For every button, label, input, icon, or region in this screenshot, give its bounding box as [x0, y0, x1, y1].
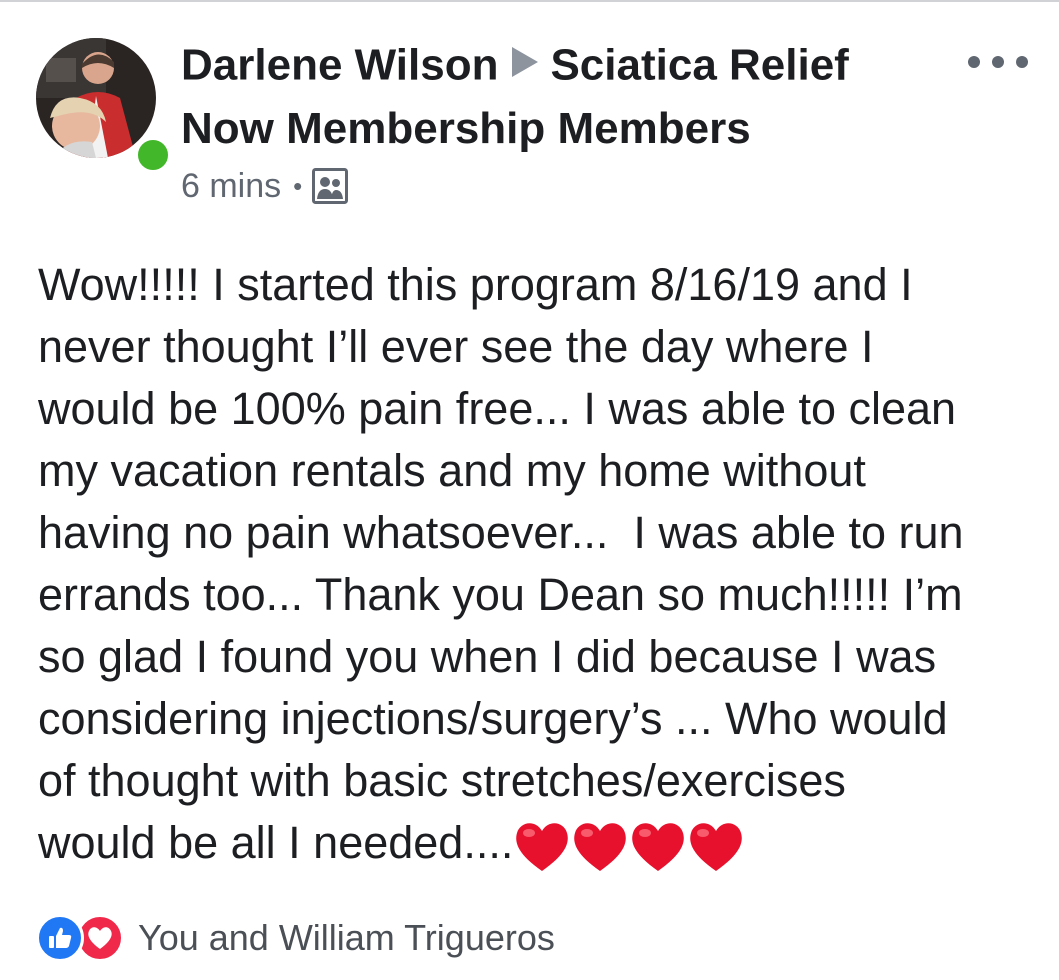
more-dot-icon	[1016, 56, 1028, 68]
online-status-dot	[133, 135, 173, 175]
group-audience-icon	[312, 168, 349, 204]
post-body-text: Wow!!!!! I started this program 8/16/19 …	[38, 259, 964, 868]
heart-emoji-icon	[632, 823, 685, 872]
facebook-post: Darlene Wilson Sciatica Relief Now Member…	[0, 0, 1059, 980]
heart-emoji-group	[513, 819, 745, 873]
arrow-right-icon	[510, 36, 540, 94]
post-body: Wow!!!!! I started this program 8/16/19 …	[38, 254, 1038, 874]
heart-emoji-icon	[690, 823, 743, 872]
reaction-names[interactable]: You and William Trigueros	[138, 917, 555, 959]
post-header: Darlene Wilson Sciatica Relief Now Member…	[181, 36, 941, 158]
author-name[interactable]: Darlene Wilson	[181, 41, 498, 90]
like-reaction-icon	[36, 914, 84, 962]
meta-separator: •	[293, 170, 303, 201]
heart-emoji-icon	[516, 823, 569, 872]
more-dot-icon	[992, 56, 1004, 68]
more-dot-icon	[968, 56, 980, 68]
author-line: Darlene Wilson Sciatica Relief Now Member…	[181, 36, 941, 158]
author-avatar[interactable]	[36, 38, 173, 175]
post-timestamp[interactable]: 6 mins	[181, 167, 281, 206]
reactions-bar[interactable]: You and William Trigueros	[36, 912, 555, 964]
post-meta: 6 mins •	[181, 164, 349, 208]
post-top-border	[0, 0, 1059, 2]
heart-emoji-icon	[574, 823, 627, 872]
more-options-button[interactable]	[968, 50, 1028, 74]
